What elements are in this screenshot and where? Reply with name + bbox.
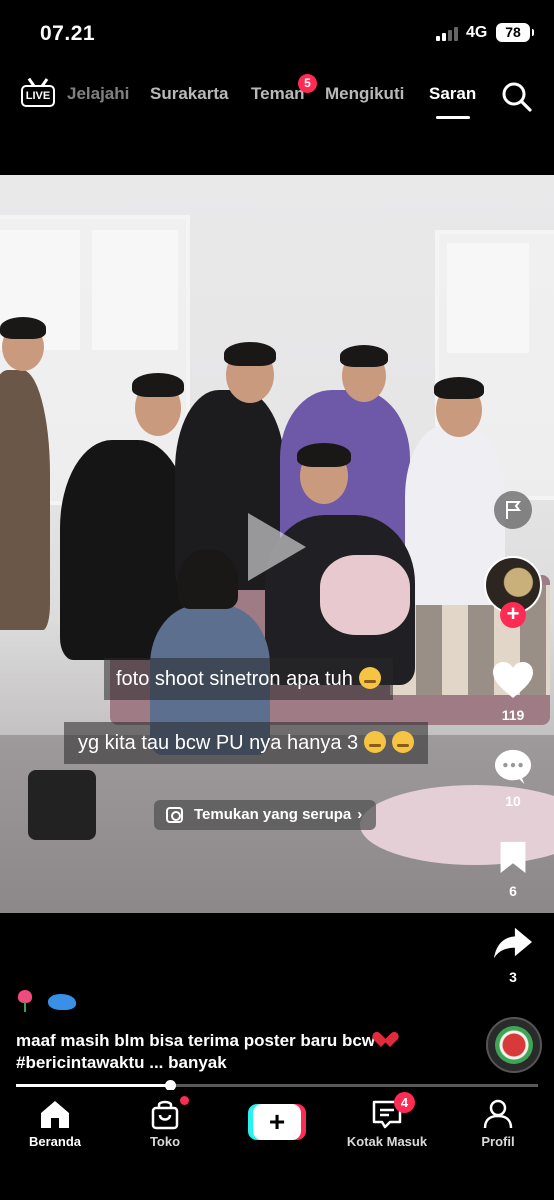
create-button[interactable]: + [248, 1104, 306, 1140]
zany-emoji-icon [392, 731, 415, 753]
live-button[interactable]: LIVE [21, 78, 55, 109]
like-count: 119 [501, 707, 525, 723]
video-player[interactable]: Temukan yang serupa › [0, 175, 554, 913]
nav-profil-label: Profil [481, 1134, 515, 1149]
toko-notification-dot [180, 1096, 189, 1105]
floating-comment-text: yg kita tau bcw PU nya hanya 3 [78, 732, 359, 754]
play-icon[interactable] [248, 513, 306, 581]
status-time: 07.21 [40, 22, 96, 45]
heart-icon [493, 662, 533, 698]
floating-comment: foto shoot sinetron apa tuh [104, 658, 393, 700]
video-progress-bar[interactable] [16, 1080, 538, 1091]
status-bar: 07.21 4G 78 [0, 0, 554, 60]
tab-surakarta[interactable]: Surakarta [150, 84, 228, 104]
tab-saran[interactable]: Saran [429, 84, 477, 119]
bottom-navigation: Beranda Toko + Kotak Masuk Profil [0, 1090, 554, 1200]
comment-count: 10 [505, 793, 521, 809]
tab-saran-label: Saran [429, 84, 477, 103]
home-icon [41, 1101, 69, 1128]
caption-more[interactable]: ... banyak [149, 1053, 226, 1072]
flag-icon [506, 501, 521, 519]
music-disc[interactable] [486, 1017, 542, 1073]
profile-icon [483, 1099, 513, 1129]
nav-kotak-masuk-label: Kotak Masuk [346, 1134, 428, 1149]
search-icon[interactable] [500, 80, 532, 112]
flower-bouquet [320, 555, 410, 635]
like-button[interactable]: 119 [483, 660, 543, 723]
tab-teman[interactable]: Teman [251, 84, 305, 104]
tongue-emoji-icon [364, 731, 387, 753]
broken-heart-icon [377, 1032, 395, 1048]
share-count: 3 [509, 969, 517, 985]
video-caption[interactable]: maaf masih blm bisa terima poster baru b… [16, 1030, 476, 1074]
plus-icon: + [253, 1104, 301, 1140]
chevron-right-icon: › [357, 806, 363, 823]
floating-comment: yg kita tau bcw PU nya hanya 3 [64, 722, 429, 764]
bookmark-icon [500, 841, 526, 873]
signal-icon [436, 27, 462, 41]
top-navigation: LIVE Jelajahi Surakarta Teman 5 Mengikut… [0, 70, 554, 120]
battery-icon: 78 [496, 23, 534, 42]
tab-mengikuti[interactable]: Mengikuti [325, 84, 404, 104]
network-type: 4G [466, 24, 488, 41]
floating-comment-text: foto shoot sinetron apa tuh [116, 668, 353, 690]
nav-profil[interactable]: Profil [443, 1098, 553, 1149]
find-similar-label: Temukan yang serupa [194, 806, 352, 823]
active-tab-indicator [435, 116, 470, 119]
shop-bag-icon [151, 1100, 179, 1130]
bookmark-button[interactable]: 6 [483, 838, 543, 899]
dolphin-icon [48, 994, 76, 1010]
nav-kotak-masuk[interactable]: Kotak Masuk [332, 1098, 442, 1149]
nav-toko[interactable]: Toko [110, 1098, 220, 1149]
inbox-badge: 4 [394, 1092, 415, 1113]
caption-emojis [16, 990, 76, 1018]
watermelon-icon [495, 1026, 533, 1064]
bookmark-count: 6 [509, 883, 517, 899]
find-similar-button[interactable]: Temukan yang serupa › [154, 800, 377, 830]
plant-pot [28, 770, 96, 840]
share-button[interactable]: 3 [483, 924, 543, 985]
nav-toko-label: Toko [149, 1134, 181, 1149]
report-button[interactable] [494, 491, 532, 529]
teman-badge: 5 [298, 74, 317, 93]
nav-beranda-label: Beranda [28, 1134, 82, 1149]
comment-icon [494, 749, 532, 785]
tulip-icon [16, 990, 34, 1012]
scan-icon [166, 807, 183, 823]
tab-jelajahi[interactable]: Jelajahi [67, 84, 129, 104]
live-icon: LIVE [21, 85, 55, 107]
caption-hashtag[interactable]: #bericintawaktu [16, 1053, 145, 1072]
comment-button[interactable]: 10 [483, 748, 543, 809]
thinking-emoji-icon [358, 667, 381, 689]
share-icon [494, 927, 532, 959]
progress-fill [16, 1084, 170, 1087]
follow-button[interactable]: + [500, 602, 526, 628]
nav-beranda[interactable]: Beranda [0, 1098, 110, 1149]
caption-text: maaf masih blm bisa terima poster baru b… [16, 1031, 376, 1050]
